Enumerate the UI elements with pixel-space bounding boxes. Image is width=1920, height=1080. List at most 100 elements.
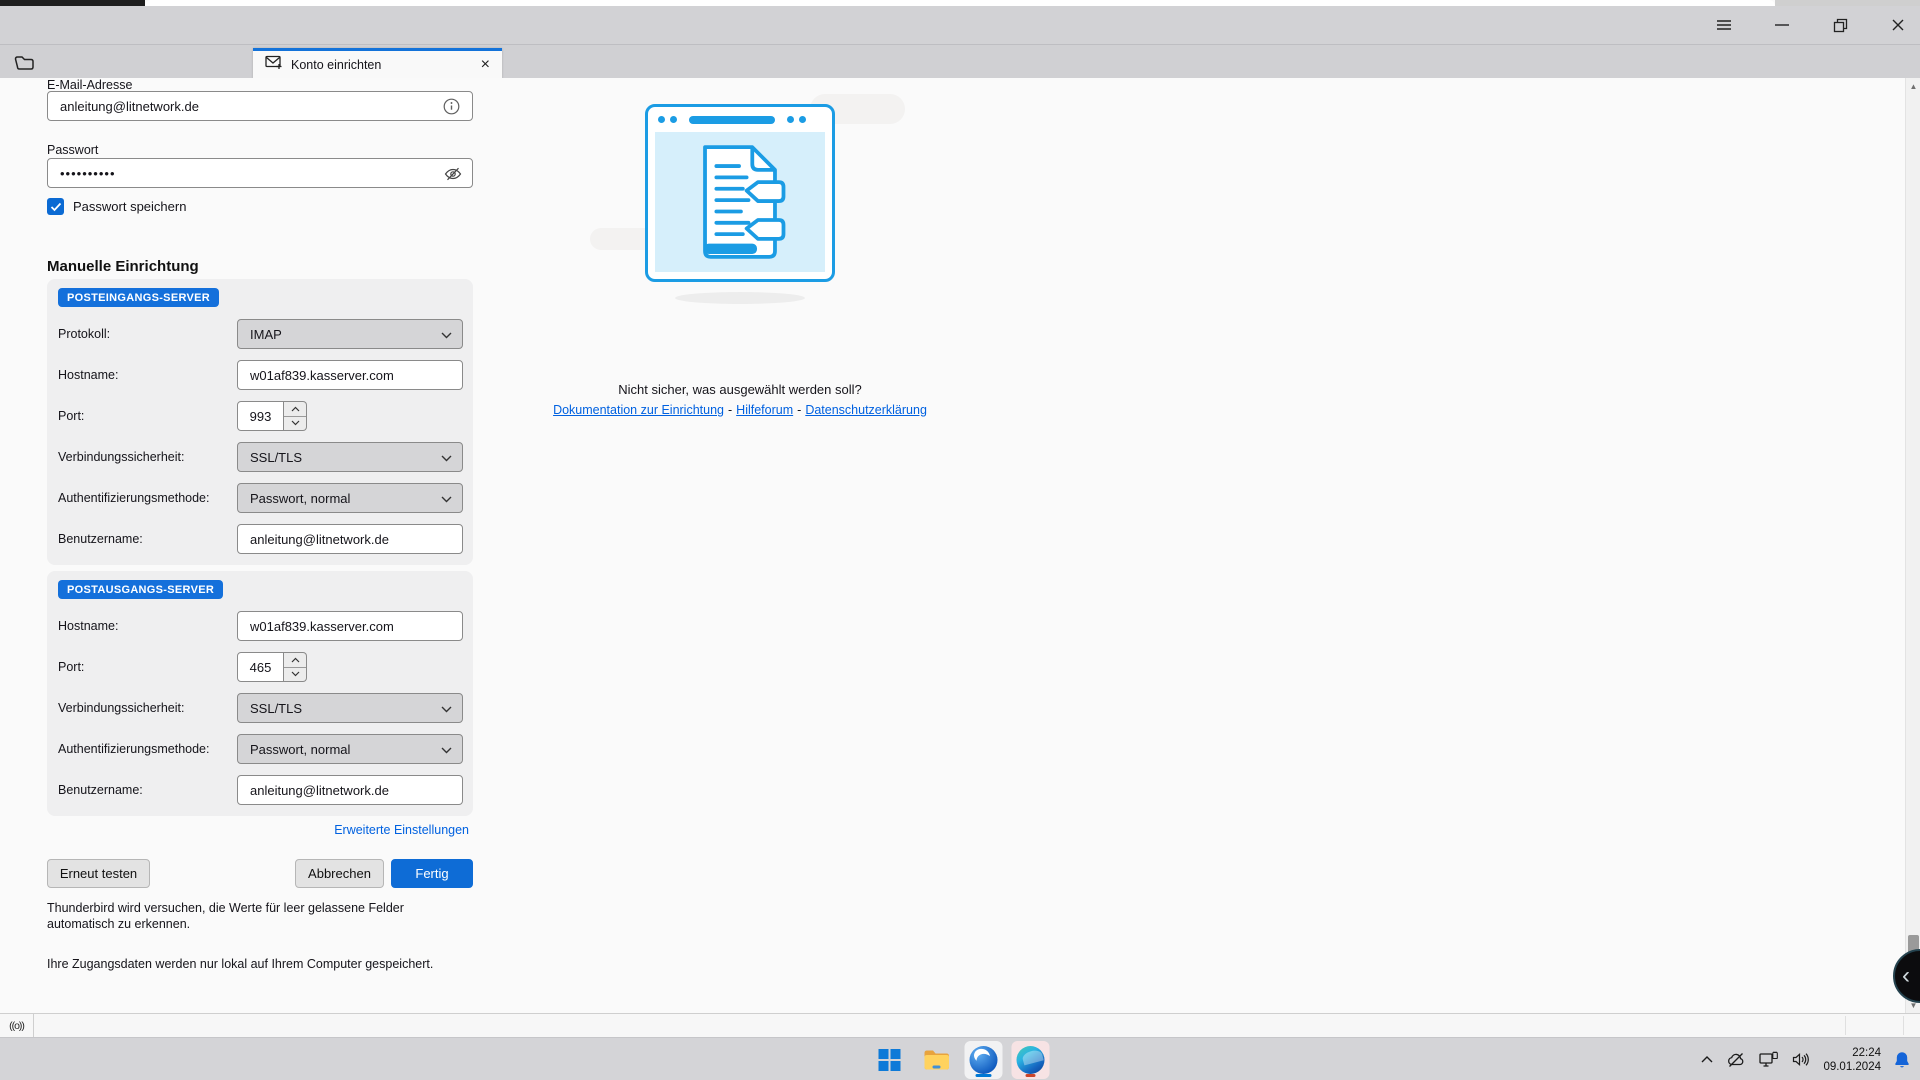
field-label: Verbindungssicherheit: <box>58 450 237 464</box>
outgoing-security-select[interactable]: SSL/TLS <box>237 693 463 723</box>
account-setup-content: E-Mail-Adresse Passwort Passwort speiche… <box>0 78 1920 1013</box>
titlebar <box>0 6 1920 44</box>
edge-overlay-button[interactable]: ‹ <box>1893 949 1920 1003</box>
network-icon[interactable] <box>1759 1051 1779 1068</box>
retest-button[interactable]: Erneut testen <box>47 859 150 888</box>
incoming-server-badge: POSTEINGANGS-SERVER <box>58 288 219 307</box>
spin-up-icon[interactable] <box>284 653 306 668</box>
field-label: Hostname: <box>58 619 237 633</box>
app-menu-icon[interactable] <box>1710 12 1738 38</box>
select-value: SSL/TLS <box>250 450 302 465</box>
active-indicator <box>1026 1074 1036 1077</box>
cancel-button[interactable]: Abbrechen <box>295 859 384 888</box>
document-icon <box>655 132 825 272</box>
volume-icon[interactable] <box>1792 1052 1810 1067</box>
onedrive-offline-icon[interactable] <box>1726 1052 1746 1068</box>
email-input[interactable] <box>47 91 473 121</box>
spin-up-icon[interactable] <box>284 402 306 417</box>
chevron-left-icon: ‹ <box>1902 962 1910 990</box>
save-password-checkbox[interactable] <box>47 198 64 215</box>
clock-date: 09.01.2024 <box>1823 1060 1881 1074</box>
privacy-link[interactable]: Datenschutzerklärung <box>805 403 927 417</box>
tray-expand-icon[interactable] <box>1701 1056 1713 1063</box>
outgoing-hostname-input[interactable] <box>237 611 463 641</box>
hostname-row: Hostname: <box>58 360 463 390</box>
advanced-settings-link[interactable]: Erweiterte Einstellungen <box>334 823 469 837</box>
thunderbird-icon <box>970 1046 998 1074</box>
edge-icon <box>1017 1046 1045 1074</box>
eye-off-icon[interactable] <box>444 167 462 181</box>
outgoing-username-input[interactable] <box>237 775 463 805</box>
spin-down-icon[interactable] <box>284 668 306 682</box>
select-value: Passwort, normal <box>250 491 350 506</box>
start-button[interactable] <box>871 1041 909 1079</box>
outgoing-server-section: POSTAUSGANGS-SERVER Hostname: Port: <box>47 571 473 816</box>
field-label: Benutzername: <box>58 783 237 797</box>
port-row: Port: <box>58 652 463 682</box>
info-icon[interactable] <box>443 98 460 115</box>
tab-title: Konto einrichten <box>291 58 471 72</box>
field-label: Protokoll: <box>58 327 237 341</box>
port-row: Port: <box>58 401 463 431</box>
scrollbar[interactable]: ▲ ▼ <box>1905 78 1920 1013</box>
file-explorer-button[interactable] <box>918 1041 956 1079</box>
outgoing-auth-select[interactable]: Passwort, normal <box>237 734 463 764</box>
tab-konto-einrichten[interactable]: Konto einrichten × <box>253 48 502 79</box>
close-icon[interactable] <box>1884 12 1912 38</box>
protocol-row: Protokoll: IMAP <box>58 319 463 349</box>
edge-button[interactable] <box>1012 1041 1050 1079</box>
notification-bell-icon[interactable] <box>1894 1051 1910 1069</box>
clock[interactable]: 22:24 09.01.2024 <box>1823 1046 1881 1074</box>
tab-bar: Konto einrichten × <box>0 44 1920 78</box>
illustration-shadow <box>675 292 805 304</box>
incoming-security-select[interactable]: SSL/TLS <box>237 442 463 472</box>
scroll-up-icon[interactable]: ▲ <box>1906 82 1920 91</box>
select-value: IMAP <box>250 327 282 342</box>
help-panel: Nicht sicher, was ausgewählt werden soll… <box>480 78 1000 417</box>
account-form: E-Mail-Adresse Passwort Passwort speiche… <box>47 78 473 1008</box>
incoming-port-stepper <box>237 401 307 431</box>
broadcast-icon: ((o)) <box>0 1014 34 1038</box>
protocol-select[interactable]: IMAP <box>237 319 463 349</box>
active-indicator <box>976 1074 992 1077</box>
incoming-port-input[interactable] <box>237 401 284 431</box>
auth-row: Authentifizierungsmethode: Passwort, nor… <box>58 734 463 764</box>
folder-icon[interactable] <box>12 53 36 73</box>
restore-icon[interactable] <box>1826 12 1854 38</box>
windows-logo-icon <box>879 1049 901 1071</box>
system-tray: 22:24 09.01.2024 <box>1701 1038 1910 1080</box>
field-label: Hostname: <box>58 368 237 382</box>
autodetect-note: Thunderbird wird versuchen, die Werte fü… <box>47 900 471 932</box>
outgoing-port-input[interactable] <box>237 652 284 682</box>
spin-down-icon[interactable] <box>284 417 306 431</box>
field-label: Port: <box>58 660 237 674</box>
done-button[interactable]: Fertig <box>391 859 473 888</box>
password-input[interactable] <box>47 158 473 188</box>
save-password-row: Passwort speichern <box>47 198 186 215</box>
incoming-auth-select[interactable]: Passwort, normal <box>237 483 463 513</box>
incoming-hostname-input[interactable] <box>237 360 463 390</box>
forum-link[interactable]: Hilfeforum <box>736 403 793 417</box>
minimize-icon[interactable] <box>1768 12 1796 38</box>
illustration-toolbar <box>648 107 832 132</box>
status-bar: ((o)) <box>0 1013 1920 1037</box>
auth-row: Authentifizierungsmethode: Passwort, nor… <box>58 483 463 513</box>
folder-icon <box>924 1049 950 1070</box>
status-divider <box>1903 1016 1904 1035</box>
link-separator: - <box>793 403 805 417</box>
browser-illustration <box>645 104 835 282</box>
select-value: SSL/TLS <box>250 701 302 716</box>
email-label: E-Mail-Adresse <box>47 78 132 92</box>
incoming-username-input[interactable] <box>237 524 463 554</box>
window-controls <box>1710 6 1912 44</box>
help-links: Dokumentation zur Einrichtung -Hilfeforum… <box>480 403 1000 417</box>
outgoing-server-badge: POSTAUSGANGS-SERVER <box>58 580 223 599</box>
thunderbird-button[interactable] <box>965 1041 1003 1079</box>
docs-link[interactable]: Dokumentation zur Einrichtung <box>553 403 724 417</box>
tab-close-icon[interactable]: × <box>479 58 492 72</box>
field-label: Authentifizierungsmethode: <box>58 491 237 505</box>
hostname-row: Hostname: <box>58 611 463 641</box>
select-value: Passwort, normal <box>250 742 350 757</box>
save-password-label: Passwort speichern <box>73 199 186 214</box>
security-row: Verbindungssicherheit: SSL/TLS <box>58 693 463 723</box>
